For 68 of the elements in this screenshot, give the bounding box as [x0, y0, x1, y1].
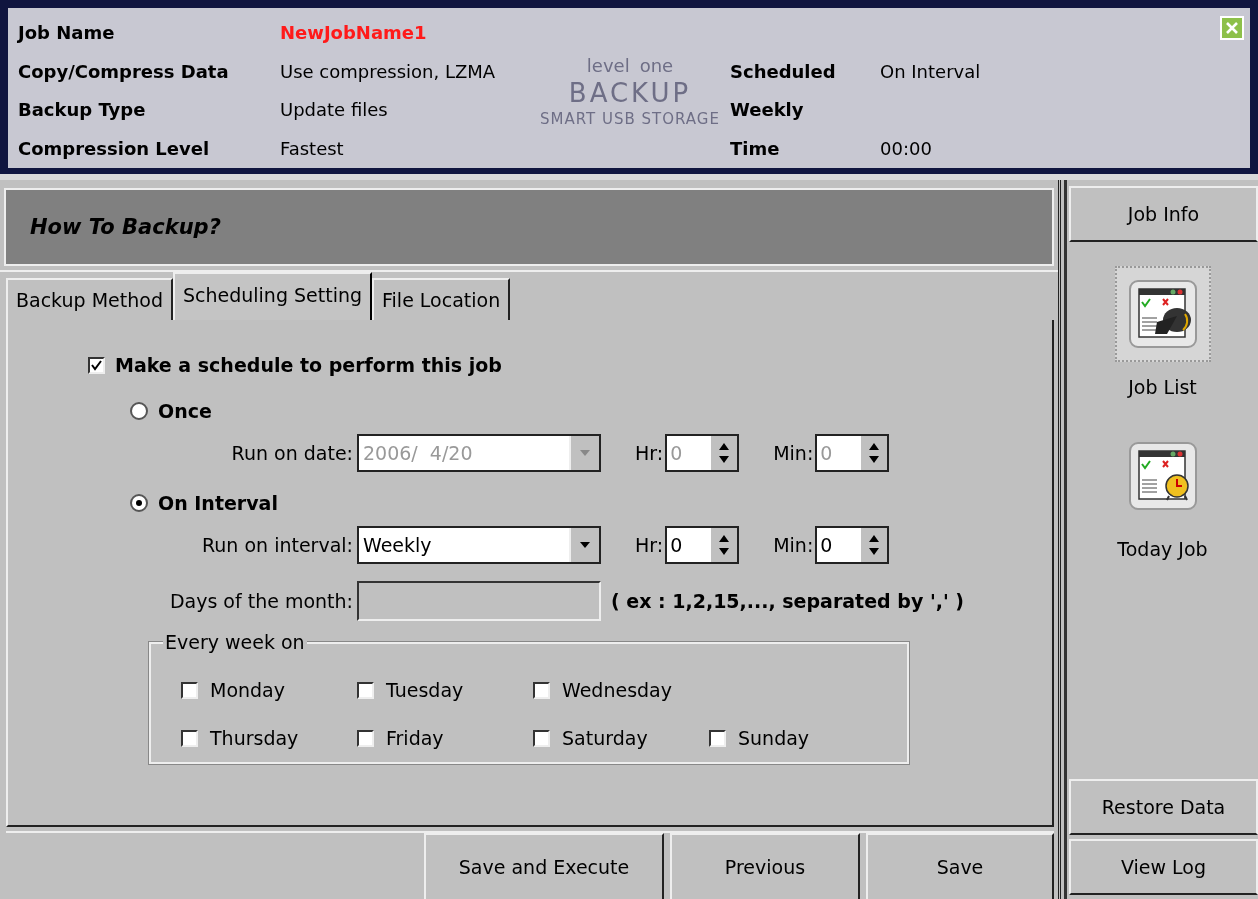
field-label: Min: [773, 442, 814, 464]
checkbox[interactable] [181, 729, 198, 747]
sidebar-button[interactable]: Restore Data [1069, 779, 1258, 835]
radio-button[interactable] [130, 494, 148, 512]
brand-logo-text: level [586, 54, 630, 76]
checkbox[interactable] [357, 681, 374, 699]
field-label: Run on interval: [200, 534, 353, 556]
checkbox-label: Wednesday [562, 679, 672, 701]
spinner-arrows-icon[interactable] [861, 528, 888, 562]
checkbox[interactable] [88, 356, 105, 374]
checkbox-label: Make a schedule to perform this job [115, 354, 502, 376]
panel-title: How To Backup? [30, 215, 221, 239]
dropdown-field[interactable]: Weekly [357, 526, 601, 564]
field-label: Days of the month: [168, 590, 353, 612]
field-label: Backup Type [18, 99, 147, 122]
field-value: On Interval [880, 60, 982, 83]
job-list-icon [1126, 278, 1199, 350]
sidebar-item-label[interactable]: Job List [1128, 376, 1197, 398]
group-title: Every week on [163, 631, 307, 653]
tab[interactable]: File Location [372, 278, 511, 320]
sidebar-icon-button[interactable] [1114, 266, 1211, 362]
field-value: Use compression, LZMA [280, 60, 497, 83]
action-button[interactable]: Save [866, 833, 1054, 899]
product-logo-text: BACKUP [568, 77, 692, 108]
job-info-button[interactable]: Job Info [1069, 186, 1258, 242]
field-label: Compression Level [18, 137, 211, 160]
field-value: Update files [280, 99, 389, 122]
action-button[interactable]: Previous [670, 833, 860, 899]
field-label: Job Name [18, 22, 116, 44]
brand-logo-text: one [639, 54, 674, 76]
checkbox[interactable] [533, 681, 550, 699]
field-label: Weekly [730, 99, 805, 122]
spinner-arrows-icon[interactable] [711, 528, 738, 562]
field-label: Hr: [635, 442, 664, 464]
checkbox-label: Friday [386, 727, 444, 749]
checkbox-label: Thursday [210, 727, 299, 749]
spinner-field[interactable]: 0 [665, 526, 740, 564]
spinner-field[interactable]: 0 [815, 526, 890, 564]
checkbox[interactable] [181, 681, 198, 699]
field-label: Time [730, 137, 781, 160]
checkbox[interactable] [709, 729, 726, 747]
spinner-arrows-icon[interactable] [711, 436, 738, 470]
hint-text: ( ex : 1,2,15,..., separated by ',' ) [611, 590, 965, 612]
field-label: Scheduled [730, 60, 837, 83]
radio-label: Once [158, 400, 212, 422]
field-label: Hr: [635, 534, 664, 556]
field-label: Run on date: [230, 442, 353, 464]
sidebar-item-label[interactable]: Today Job [1117, 538, 1208, 560]
field-value: Fastest [280, 137, 345, 160]
tab[interactable]: Backup Method [6, 278, 173, 320]
checkbox-label: Sunday [738, 727, 810, 749]
product-tagline: SMART USB STORAGE [540, 109, 720, 128]
field-value: NewJobName1 [280, 22, 428, 44]
input-field[interactable] [357, 581, 601, 621]
checkbox-label: Tuesday [386, 679, 464, 701]
checkbox-label: Saturday [562, 727, 648, 749]
schedule-clock-icon [1126, 440, 1199, 512]
tab[interactable]: Scheduling Setting [172, 272, 373, 320]
checkbox[interactable] [357, 729, 374, 747]
field-label: Copy/Compress Data [18, 60, 230, 83]
radio-label: On Interval [158, 492, 278, 514]
spinner-arrows-icon[interactable] [861, 436, 888, 470]
field-value: 00:00 [880, 137, 933, 160]
field-label: Min: [773, 534, 814, 556]
checkbox-label: Monday [210, 679, 285, 701]
checkbox[interactable] [533, 729, 550, 747]
action-button[interactable]: Save and Execute [424, 833, 664, 899]
sidebar-button[interactable]: View Log [1069, 839, 1258, 895]
